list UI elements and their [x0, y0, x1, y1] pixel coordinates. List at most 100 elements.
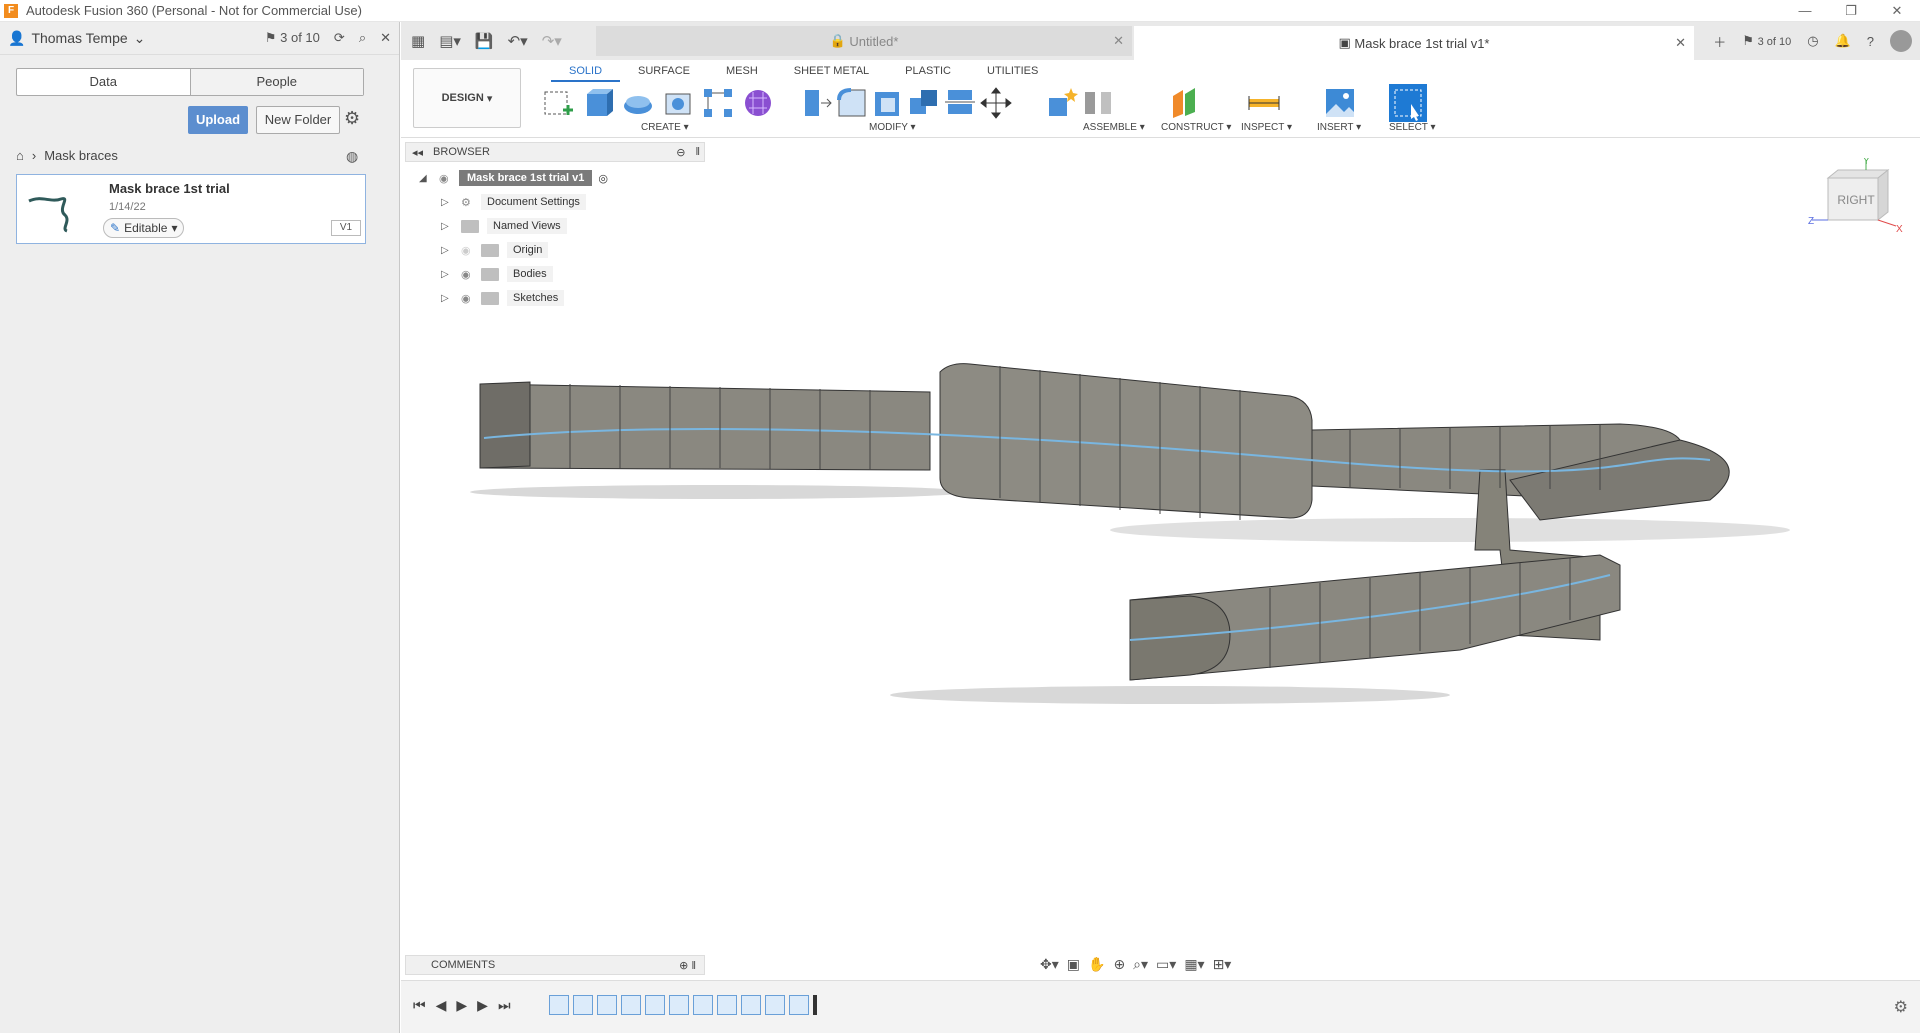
inspect-menu[interactable]: INSPECT ▾: [1241, 122, 1292, 133]
step-back-icon[interactable]: ◀: [436, 997, 447, 1014]
tab-solid[interactable]: SOLID: [551, 60, 621, 82]
help-icon[interactable]: ?: [1867, 34, 1874, 49]
tab-sheet-metal[interactable]: SHEET METAL: [776, 60, 887, 82]
tree-item[interactable]: ▷ ◉ Sketches: [405, 286, 705, 310]
expand-triangle-icon[interactable]: ▷: [441, 197, 451, 208]
assemble-menu[interactable]: ASSEMBLE ▾: [1083, 122, 1145, 133]
collapse-icon[interactable]: ◂◂: [412, 146, 423, 159]
visibility-icon[interactable]: ◉: [461, 292, 475, 305]
home-icon[interactable]: ⌂: [16, 148, 24, 163]
new-tab-icon[interactable]: ＋: [1713, 32, 1726, 51]
drag-handle-icon[interactable]: ‖: [695, 146, 700, 158]
orbit-icon[interactable]: ✥▾: [1040, 956, 1059, 973]
restore-button[interactable]: ❐: [1828, 0, 1874, 22]
globe-icon[interactable]: ◍: [346, 148, 358, 165]
tree-item[interactable]: ▷ ◉ Bodies: [405, 262, 705, 286]
save-icon[interactable]: 💾: [475, 32, 494, 50]
combine-icon[interactable]: [907, 86, 941, 120]
editable-dropdown[interactable]: ✎ Editable ▾: [103, 218, 185, 238]
revolve-icon[interactable]: [621, 86, 655, 120]
close-window-button[interactable]: ✕: [1874, 0, 1920, 22]
pattern-icon[interactable]: [701, 86, 735, 120]
fit-icon[interactable]: ⌕▾: [1133, 956, 1148, 973]
redo-icon[interactable]: ↷▾: [542, 32, 562, 50]
breadcrumb-project[interactable]: Mask braces: [44, 148, 118, 163]
timeline-feature[interactable]: [621, 995, 641, 1015]
display-settings-icon[interactable]: ▭▾: [1156, 956, 1176, 973]
hole-icon[interactable]: [661, 86, 695, 120]
search-icon[interactable]: ⌕: [359, 30, 366, 46]
insert-menu[interactable]: INSERT ▾: [1317, 122, 1361, 133]
select-menu[interactable]: SELECT ▾: [1389, 122, 1436, 133]
construct-menu[interactable]: CONSTRUCT ▾: [1161, 122, 1231, 133]
expand-triangle-icon[interactable]: ▷: [441, 269, 451, 280]
tab-untitled[interactable]: 🔒 Untitled* ✕: [596, 26, 1132, 56]
zoom-icon[interactable]: ⊕: [1113, 956, 1125, 973]
shell-icon[interactable]: [871, 86, 905, 120]
gear-icon[interactable]: ⚙: [1894, 997, 1908, 1017]
pan-icon[interactable]: ✋: [1088, 956, 1105, 973]
visibility-icon[interactable]: ◉: [439, 172, 453, 185]
collapse-triangle-icon[interactable]: ◢: [419, 173, 429, 184]
add-comment-icon[interactable]: ⊕ ‖: [679, 959, 696, 972]
minimize-button[interactable]: —: [1782, 0, 1828, 22]
user-menu[interactable]: 👤 Thomas Tempe ⌄: [8, 30, 145, 47]
joint-icon[interactable]: [1081, 86, 1115, 120]
press-pull-icon[interactable]: [799, 86, 833, 120]
undo-icon[interactable]: ↶▾: [508, 32, 528, 50]
minimize-browser-icon[interactable]: ⊖: [676, 146, 685, 159]
create-menu[interactable]: CREATE ▾: [641, 122, 689, 133]
look-at-icon[interactable]: ▣: [1067, 956, 1080, 973]
visibility-icon[interactable]: ◉: [461, 268, 475, 281]
insert-image-icon[interactable]: [1323, 86, 1357, 120]
extrude-icon[interactable]: [581, 86, 615, 120]
gear-icon[interactable]: ⚙: [344, 108, 360, 129]
timeline-feature[interactable]: [669, 995, 689, 1015]
notification-icon[interactable]: 🔔: [1835, 33, 1851, 49]
modify-menu[interactable]: MODIFY ▾: [869, 122, 916, 133]
create-sketch-icon[interactable]: [541, 86, 575, 120]
close-tab-icon[interactable]: ✕: [1113, 33, 1124, 49]
form-icon[interactable]: [741, 86, 775, 120]
refresh-icon[interactable]: ⟳: [334, 30, 345, 46]
expand-triangle-icon[interactable]: ▷: [441, 245, 451, 256]
select-icon[interactable]: [1389, 84, 1427, 122]
tab-plastic[interactable]: PLASTIC: [887, 60, 969, 82]
tab-people[interactable]: People: [189, 69, 363, 95]
view-cube[interactable]: RIGHT Y Z X: [1808, 158, 1908, 238]
timeline-feature[interactable]: [693, 995, 713, 1015]
play-icon[interactable]: ▶: [456, 997, 467, 1014]
step-forward-icon[interactable]: ▶: [477, 997, 488, 1014]
jobs-status[interactable]: ⚑ 3 of 10: [265, 30, 320, 46]
timeline-feature[interactable]: [549, 995, 569, 1015]
browser-header[interactable]: ◂◂ BROWSER ⊖ ‖: [405, 142, 705, 162]
avatar[interactable]: [1890, 30, 1912, 52]
jobs-status-top[interactable]: ⚑ 3 of 10: [1742, 33, 1791, 49]
grid-settings-icon[interactable]: ▦▾: [1184, 956, 1204, 973]
tab-utilities[interactable]: UTILITIES: [969, 60, 1056, 82]
viewports-icon[interactable]: ⊞▾: [1213, 956, 1232, 973]
tab-mesh[interactable]: MESH: [708, 60, 776, 82]
expand-triangle-icon[interactable]: ▷: [441, 221, 451, 232]
split-body-icon[interactable]: [943, 86, 977, 120]
tree-root[interactable]: ◢ ◉ Mask brace 1st trial v1 ◎: [405, 166, 705, 190]
close-tab-icon[interactable]: ✕: [1675, 35, 1686, 51]
move-icon[interactable]: [979, 86, 1013, 120]
tree-item[interactable]: ▷ ⚙ Document Settings: [405, 190, 705, 214]
timeline-marker[interactable]: [813, 995, 817, 1015]
activate-radio-icon[interactable]: ◎: [598, 172, 608, 185]
timeline-feature[interactable]: [597, 995, 617, 1015]
tab-data[interactable]: Data: [17, 69, 190, 95]
new-component-icon[interactable]: [1045, 86, 1079, 120]
fillet-icon[interactable]: [835, 86, 869, 120]
upload-button[interactable]: Upload: [188, 106, 248, 134]
tree-item[interactable]: ▷ Named Views: [405, 214, 705, 238]
timeline-feature[interactable]: [741, 995, 761, 1015]
new-folder-button[interactable]: New Folder: [256, 106, 340, 134]
version-badge[interactable]: V1: [331, 220, 361, 236]
file-menu-icon[interactable]: ▤▾: [439, 32, 461, 50]
close-panel-icon[interactable]: ✕: [380, 30, 391, 46]
measure-icon[interactable]: [1247, 86, 1281, 120]
tab-surface[interactable]: SURFACE: [620, 60, 708, 82]
tree-item[interactable]: ▷ ◉ Origin: [405, 238, 705, 262]
